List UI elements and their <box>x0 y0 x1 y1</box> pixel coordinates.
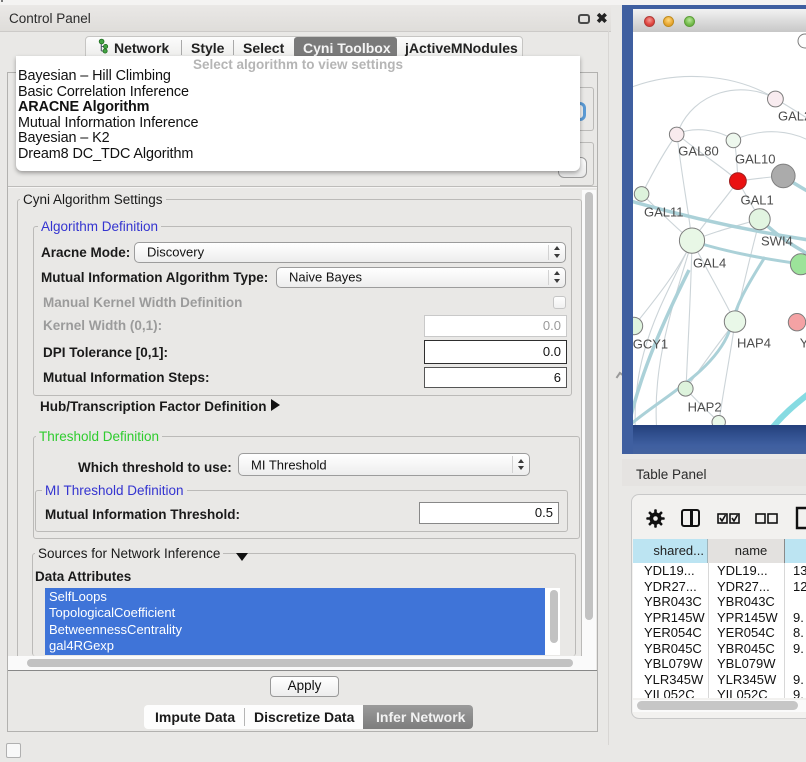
svg-text:GAL10: GAL10 <box>735 151 775 166</box>
svg-text:Y: Y <box>800 335 806 350</box>
svg-text:GAL1: GAL1 <box>741 193 774 208</box>
svg-text:SWI4: SWI4 <box>761 234 793 249</box>
svg-text:GAL11: GAL11 <box>644 204 684 219</box>
svg-text:GCY1: GCY1 <box>633 337 668 352</box>
svg-text:GAL4: GAL4 <box>693 256 726 271</box>
svg-text:GAL2: GAL2 <box>778 109 806 124</box>
svg-text:GAL80: GAL80 <box>678 143 718 158</box>
svg-text:HAP4: HAP4 <box>737 335 771 350</box>
svg-text:HAP2: HAP2 <box>688 400 722 415</box>
